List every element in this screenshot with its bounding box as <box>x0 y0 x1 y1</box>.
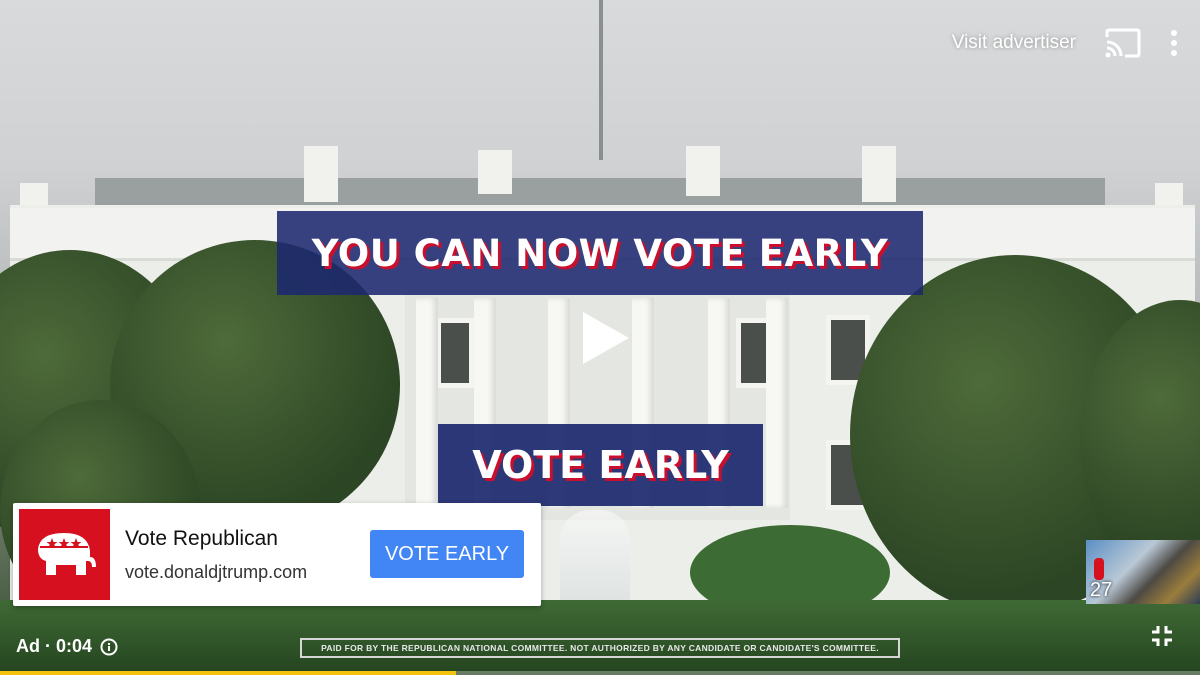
cast-icon[interactable] <box>1104 28 1142 58</box>
ad-card[interactable]: Vote Republican vote.donaldjtrump.com VO… <box>13 503 541 606</box>
video-player[interactable]: YOU CAN NOW VOTE EARLY VOTE EARLY PAID F… <box>0 0 1200 675</box>
ad-progress-bar[interactable] <box>0 671 1200 675</box>
next-video-preview[interactable]: 27 <box>1086 540 1200 604</box>
ad-url[interactable]: vote.donaldjtrump.com <box>125 562 307 583</box>
chimney <box>304 146 338 202</box>
preview-graphic <box>1094 558 1104 580</box>
subheadline-text: VOTE EARLY <box>472 443 729 487</box>
info-icon[interactable] <box>100 638 118 656</box>
headline-banner: YOU CAN NOW VOTE EARLY <box>277 211 923 295</box>
ad-timer: Ad · 0:04 <box>16 636 118 657</box>
ad-title[interactable]: Vote Republican <box>125 527 278 551</box>
disclaimer-text: PAID FOR BY THE REPUBLICAN NATIONAL COMM… <box>321 643 879 653</box>
preview-count: 27 <box>1090 579 1113 601</box>
chimney <box>686 146 720 196</box>
elephant-logo-icon <box>37 532 96 575</box>
ad-timer-label: Ad · 0:04 <box>16 636 93 656</box>
visit-advertiser-link[interactable]: Visit advertiser <box>952 32 1076 54</box>
fullscreen-exit-icon[interactable] <box>1150 624 1174 653</box>
flag-pole <box>599 0 603 160</box>
advertiser-logo <box>19 509 110 600</box>
play-icon <box>583 312 629 364</box>
top-controls: Visit advertiser <box>952 28 1178 58</box>
vote-early-cta-button[interactable]: VOTE EARLY <box>370 530 524 578</box>
play-button[interactable] <box>579 310 631 366</box>
column <box>416 298 438 508</box>
column <box>766 298 788 508</box>
subheadline-banner: VOTE EARLY <box>438 424 763 506</box>
ad-progress-fill <box>0 671 456 675</box>
headline-text: YOU CAN NOW VOTE EARLY <box>311 231 889 275</box>
more-vert-icon[interactable] <box>1170 29 1178 57</box>
chimney <box>478 150 512 194</box>
disclaimer-box: PAID FOR BY THE REPUBLICAN NATIONAL COMM… <box>300 638 900 658</box>
fountain <box>560 510 630 605</box>
chimney <box>862 146 896 202</box>
window <box>436 318 474 388</box>
